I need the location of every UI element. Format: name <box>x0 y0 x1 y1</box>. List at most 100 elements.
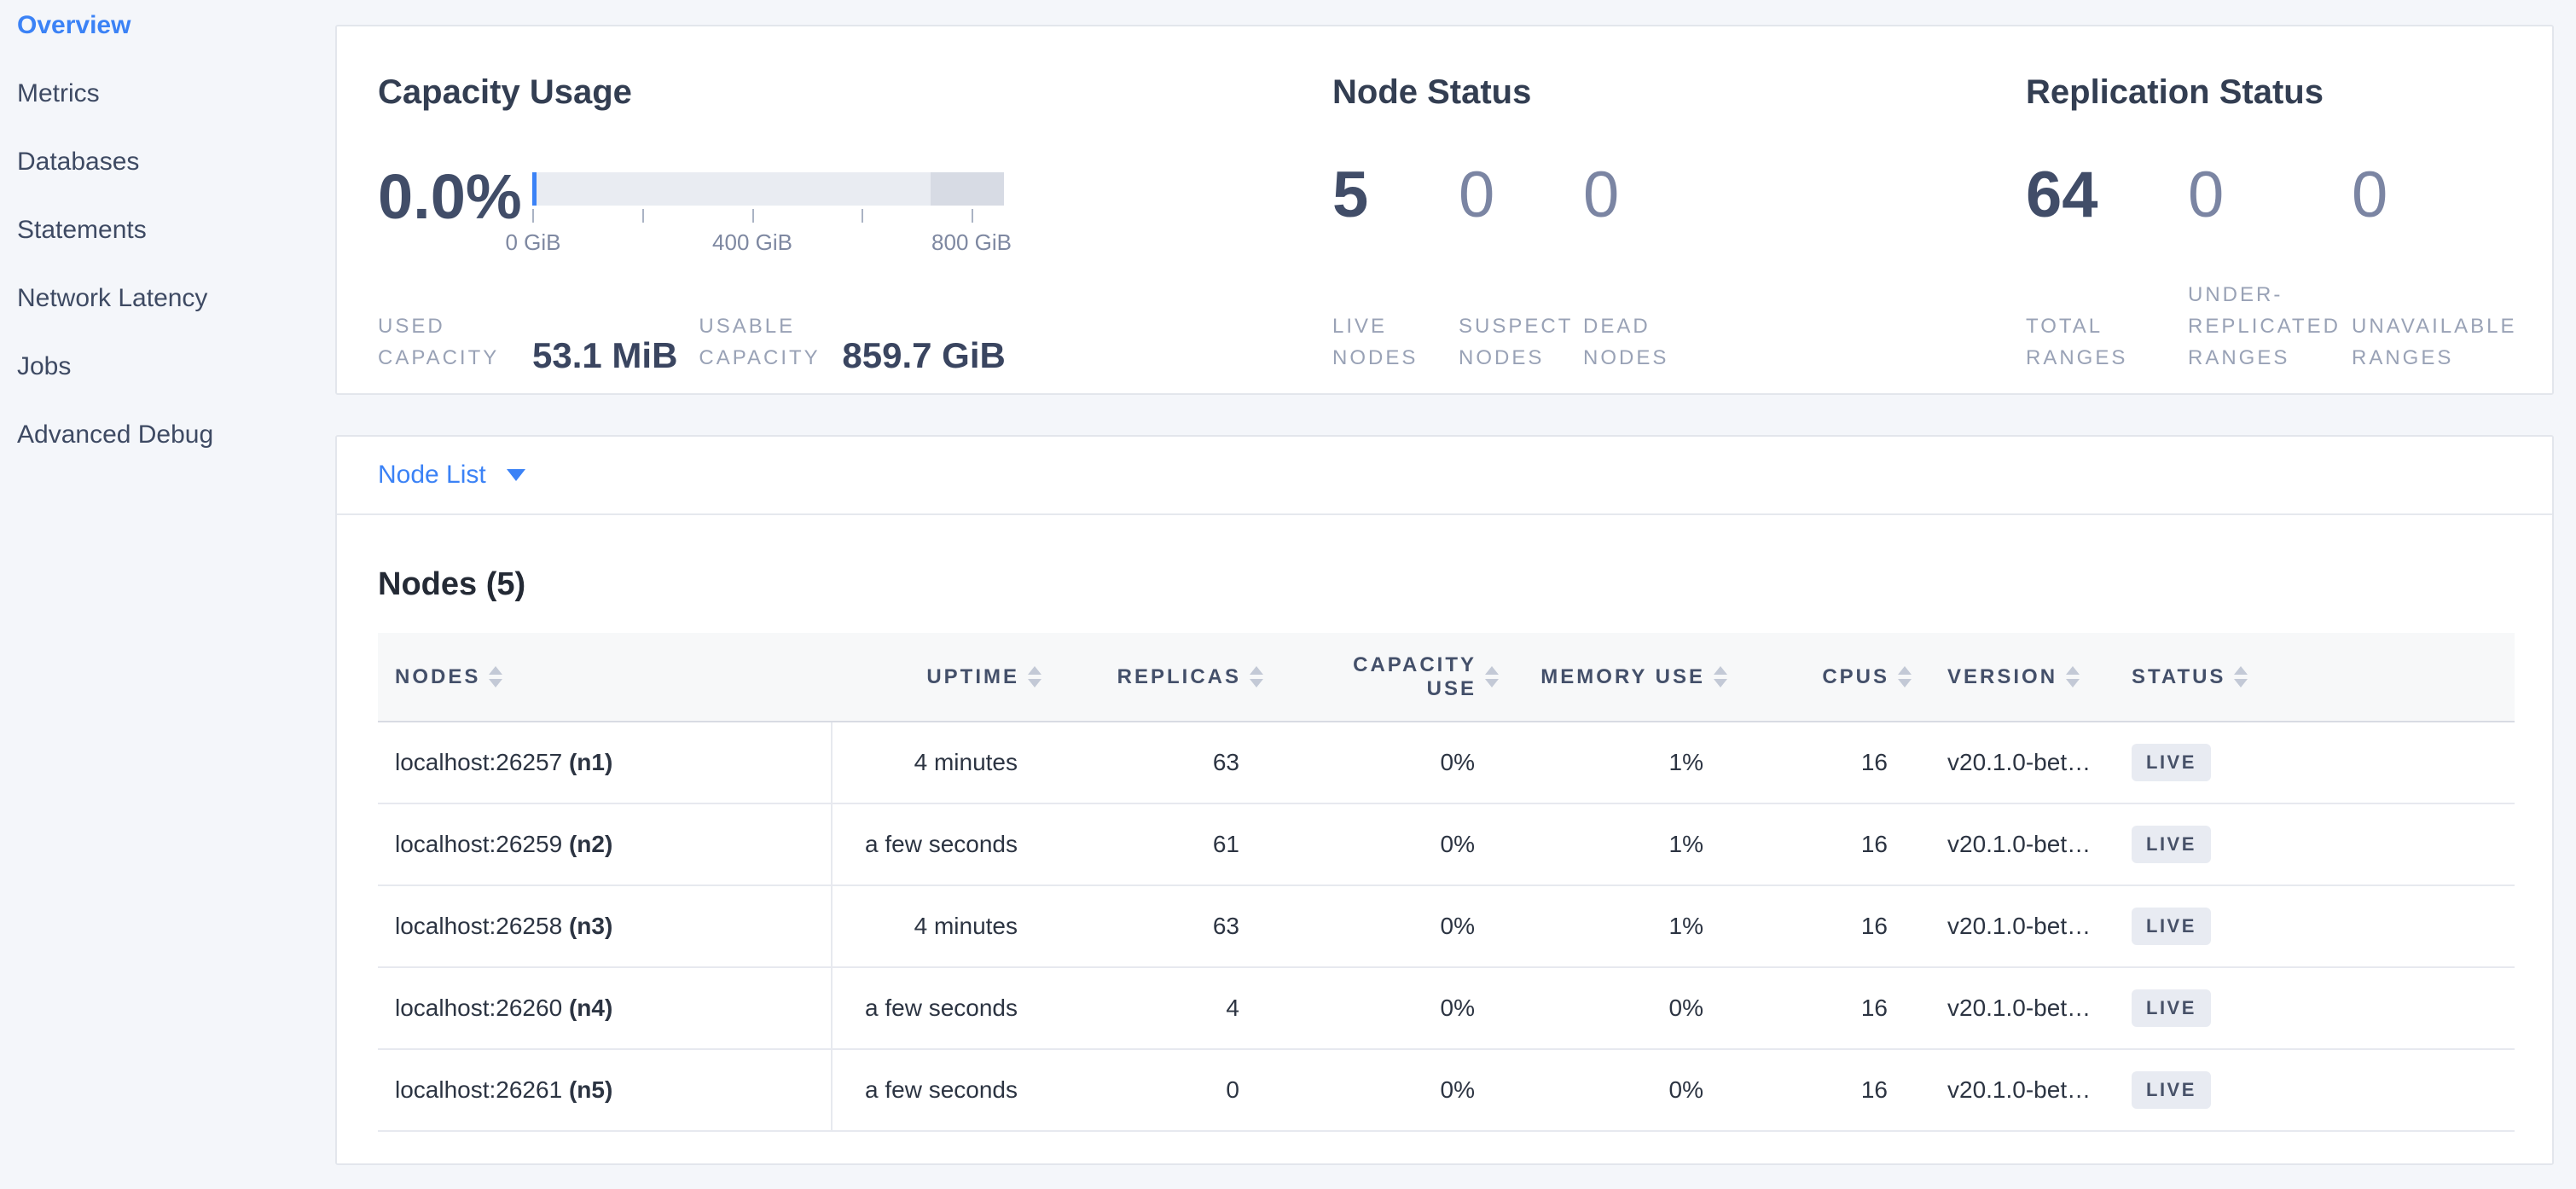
column-label: STATUS <box>2132 665 2225 689</box>
node-status-title: Node Status <box>1332 73 1531 112</box>
stat-live-nodes: 5 LIVE NODES <box>1332 163 1459 374</box>
sort-asc-icon <box>1028 666 1041 675</box>
chevron-down-icon <box>507 469 525 481</box>
sort-desc-icon <box>2234 679 2248 687</box>
sidebar-item-overview[interactable]: Overview <box>17 5 351 73</box>
sidebar-item-metrics[interactable]: Metrics <box>17 73 351 142</box>
sidebar-item-statements[interactable]: Statements <box>17 210 351 278</box>
sort-icon[interactable] <box>1250 666 1263 687</box>
node-list-header: Node List <box>337 437 2552 515</box>
stat-value: 0 <box>2352 163 2576 228</box>
nodes-count-heading: Nodes (5) <box>378 566 525 603</box>
column-header-status[interactable]: STATUS <box>2120 633 2515 722</box>
sort-icon[interactable] <box>1714 666 1727 687</box>
status-cell: LIVE <box>2120 885 2515 967</box>
sidebar-item-network-latency[interactable]: Network Latency <box>17 278 351 346</box>
column-header-uptime[interactable]: UPTIME <box>832 633 1043 722</box>
column-header-content: MEMORY USE <box>1540 665 1727 689</box>
version-cell: v20.1.0-bet… <box>1913 803 2120 885</box>
status-cell: LIVE <box>2120 967 2515 1049</box>
capacity_use-cell: 0% <box>1265 885 1500 967</box>
used-capacity-label: USED CAPACITY <box>378 310 519 374</box>
stat-under-replicated-ranges: 0UNDER-REPLICATED RANGES <box>2188 163 2352 374</box>
sidebar-nav: OverviewMetricsDatabasesStatementsNetwor… <box>0 0 351 483</box>
column-label: NODES <box>395 665 480 689</box>
node-id: (n1) <box>569 749 612 775</box>
replicas-cell: 0 <box>1043 1049 1265 1131</box>
node-address-cell[interactable]: localhost:26260 (n4) <box>378 967 832 1049</box>
column-header-capacity_use[interactable]: CAPACITY USE <box>1265 633 1500 722</box>
node-list-dropdown[interactable]: Node List <box>378 461 525 490</box>
sort-icon[interactable] <box>2234 666 2248 687</box>
nodes-table: NODES UPTIMEREPLICAS CAPACITY USE MEMORY US… <box>378 633 2515 1132</box>
column-header-content: UPTIME <box>926 665 1041 689</box>
stat-unavailable-ranges: 0UNAVAILABLE RANGES <box>2352 163 2576 374</box>
node-list-dropdown-label: Node List <box>378 461 486 490</box>
stat-label: TOTAL RANGES <box>2026 310 2188 374</box>
cpus-cell: 16 <box>1729 1049 1913 1131</box>
node-address-cell[interactable]: localhost:26261 (n5) <box>378 1049 832 1131</box>
column-header-replicas[interactable]: REPLICAS <box>1043 633 1265 722</box>
node-address-cell[interactable]: localhost:26257 (n1) <box>378 722 832 803</box>
version-cell: v20.1.0-bet… <box>1913 967 2120 1049</box>
column-header-content: CAPACITY USE <box>1340 653 1499 701</box>
sort-icon[interactable] <box>2066 666 2080 687</box>
capacity-usage-title: Capacity Usage <box>378 73 632 112</box>
sort-icon[interactable] <box>1028 666 1041 687</box>
sort-icon[interactable] <box>1485 666 1499 687</box>
column-header-memory_use[interactable]: MEMORY USE <box>1500 633 1729 722</box>
sidebar-item-advanced-debug[interactable]: Advanced Debug <box>17 415 351 483</box>
node-address-cell[interactable]: localhost:26259 (n2) <box>378 803 832 885</box>
node-id: (n3) <box>569 913 612 939</box>
memory_use-cell: 1% <box>1500 722 1729 803</box>
capacity_use-cell: 0% <box>1265 803 1500 885</box>
stat-label: LIVE NODES <box>1332 310 1459 374</box>
column-label: VERSION <box>1947 665 2057 689</box>
sidebar-item-jobs[interactable]: Jobs <box>17 346 351 415</box>
cpus-cell: 16 <box>1729 803 1913 885</box>
column-header-cpus[interactable]: CPUS <box>1729 633 1913 722</box>
status-badge: LIVE <box>2132 989 2211 1027</box>
replicas-cell: 63 <box>1043 722 1265 803</box>
column-label: CAPACITY USE <box>1340 653 1477 701</box>
status-badge: LIVE <box>2132 744 2211 781</box>
replicas-cell: 61 <box>1043 803 1265 885</box>
sidebar-item-databases[interactable]: Databases <box>17 142 351 210</box>
version-cell: v20.1.0-bet… <box>1913 722 2120 803</box>
column-header-content: VERSION <box>1947 665 2080 689</box>
table-body: localhost:26257 (n1)4 minutes630%1%16v20… <box>378 722 2515 1131</box>
version-cell: v20.1.0-bet… <box>1913 885 2120 967</box>
capacity_use-cell: 0% <box>1265 722 1500 803</box>
sort-asc-icon <box>2234 666 2248 675</box>
column-header-content: STATUS <box>2132 665 2248 689</box>
nodes-table-wrap: NODES UPTIMEREPLICAS CAPACITY USE MEMORY US… <box>378 633 2515 1132</box>
stat-value: 5 <box>1332 163 1459 228</box>
node-address-cell[interactable]: localhost:26258 (n3) <box>378 885 832 967</box>
sort-asc-icon <box>1714 666 1727 675</box>
cluster-summary-card: Capacity Usage 0.0% 0 GiB 400 GiB 800 Gi… <box>335 25 2554 395</box>
memory_use-cell: 1% <box>1500 803 1729 885</box>
node-row: localhost:26261 (n5)a few seconds00%0%16… <box>378 1049 2515 1131</box>
memory_use-cell: 1% <box>1500 885 1729 967</box>
column-header-version[interactable]: VERSION <box>1913 633 2120 722</box>
uptime-cell: a few seconds <box>832 967 1043 1049</box>
used-capacity-value: 53.1 MiB <box>532 336 677 375</box>
replication-status-stats: 64 TOTAL RANGES0UNDER-REPLICATED RANGES0U… <box>2026 163 2576 374</box>
sort-desc-icon <box>1250 679 1263 687</box>
status-badge: LIVE <box>2132 908 2211 945</box>
replication-status-title: Replication Status <box>2026 73 2324 112</box>
stat-value: 64 <box>2026 163 2188 228</box>
stat-dead-nodes: 0DEAD NODES <box>1583 163 1711 374</box>
sort-icon[interactable] <box>1898 666 1912 687</box>
capacity-stats: USED CAPACITY 53.1 MiB USABLE CAPACITY 8… <box>378 163 1006 374</box>
column-header-nodes[interactable]: NODES <box>378 633 832 722</box>
node-id: (n4) <box>569 995 612 1021</box>
uptime-cell: a few seconds <box>832 1049 1043 1131</box>
sort-desc-icon <box>1898 679 1912 687</box>
uptime-cell: a few seconds <box>832 803 1043 885</box>
status-cell: LIVE <box>2120 1049 2515 1131</box>
stat-suspect-nodes: 0SUSPECT NODES <box>1459 163 1583 374</box>
stat-label: DEAD NODES <box>1583 310 1711 374</box>
sort-icon[interactable] <box>489 666 502 687</box>
node-row: localhost:26259 (n2)a few seconds610%1%1… <box>378 803 2515 885</box>
